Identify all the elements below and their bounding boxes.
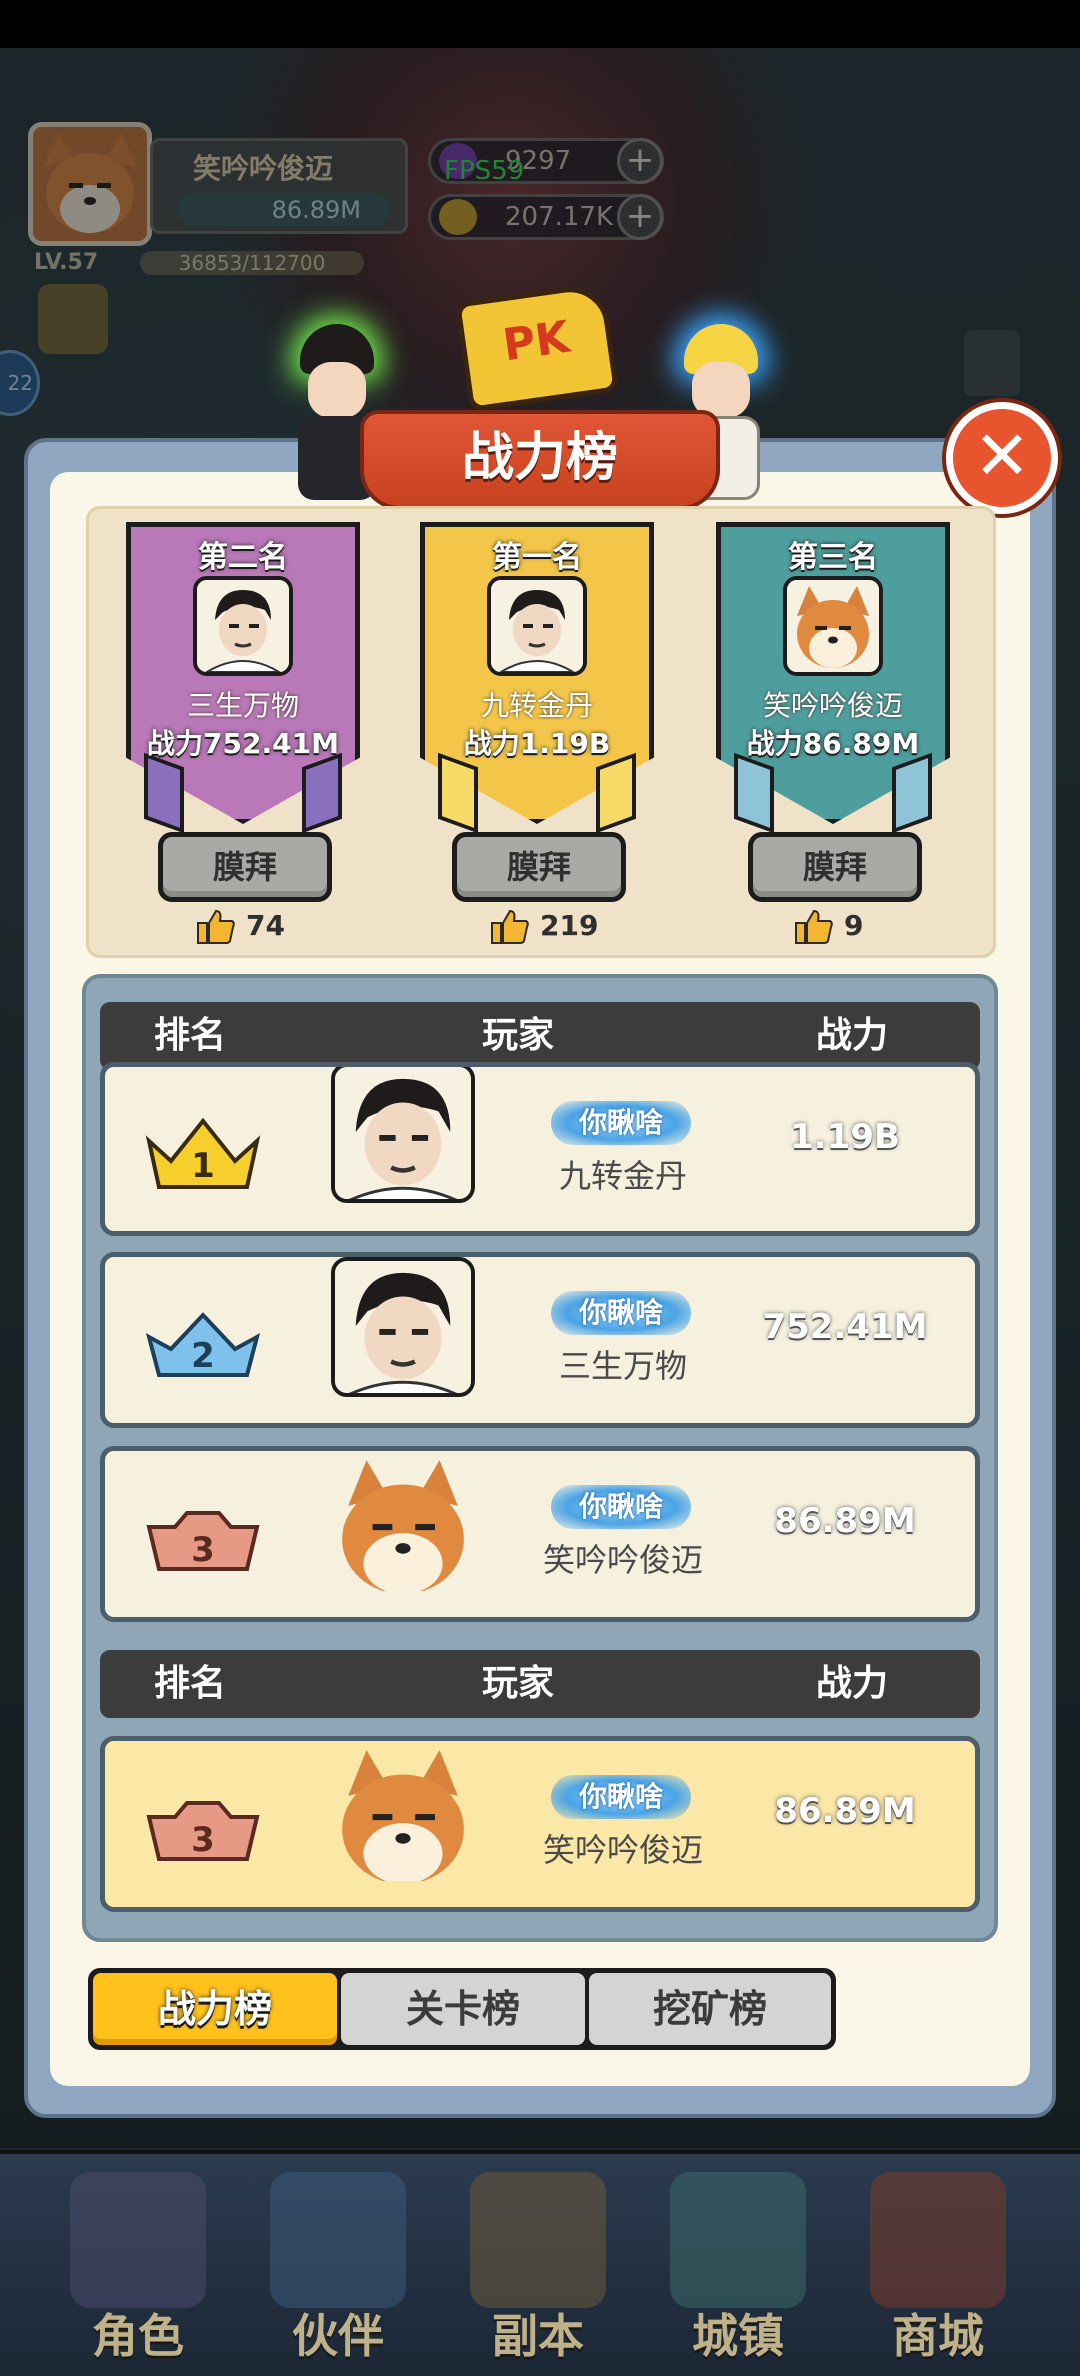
nav-partner[interactable]: 伙伴 bbox=[240, 2160, 436, 2370]
worship-button-third[interactable]: 膜拜 bbox=[748, 832, 922, 902]
town-icon bbox=[670, 2172, 806, 2308]
like-count: 9 bbox=[844, 909, 864, 942]
nav-label: 商城 bbox=[892, 2309, 984, 2363]
shiba-avatar-icon bbox=[342, 1750, 464, 1881]
nav-character[interactable]: 角色 bbox=[40, 2160, 236, 2370]
player-portrait bbox=[331, 1451, 475, 1591]
player-title-badge: 你瞅啥 bbox=[551, 1291, 691, 1335]
bronze-crown-rank-icon: 3 bbox=[146, 1801, 260, 1861]
player-power: 1.19B bbox=[790, 1117, 900, 1157]
player-header: 玩家 bbox=[482, 1663, 555, 1704]
rank-number: 3 bbox=[191, 1820, 215, 1860]
worship-button-first[interactable]: 膜拜 bbox=[452, 832, 626, 902]
shop-icon bbox=[870, 2172, 1006, 2308]
table-row[interactable]: 2 你瞅啥 三生万物 752.41M bbox=[100, 1252, 980, 1428]
close-button[interactable]: ✕ bbox=[946, 402, 1058, 514]
my-rank-header: 排名 玩家 战力 bbox=[100, 1650, 980, 1718]
worship-button-second[interactable]: 膜拜 bbox=[158, 832, 332, 902]
player-header: 玩家 bbox=[482, 1015, 555, 1056]
podium-player-power: 战力752.41M bbox=[147, 727, 339, 760]
player-title-badge: 你瞅啥 bbox=[551, 1775, 691, 1819]
nav-label: 角色 bbox=[92, 2309, 184, 2363]
player-name: 九转金丹 bbox=[558, 1157, 687, 1195]
player-portrait bbox=[331, 1257, 475, 1397]
player-power: 752.41M bbox=[762, 1307, 928, 1347]
player-power: 86.89M bbox=[774, 1501, 916, 1541]
ranking-table-header: 排名 玩家 战力 bbox=[100, 1002, 980, 1070]
status-bar bbox=[0, 0, 1080, 48]
dungeon-icon bbox=[470, 2172, 606, 2308]
partner-icon bbox=[270, 2172, 406, 2308]
like-count-second: 74 bbox=[196, 906, 285, 946]
leaderboard-tabs: 战力榜 关卡榜 挖矿榜 bbox=[88, 1968, 836, 2050]
player-portrait bbox=[331, 1067, 475, 1203]
tab-mining-ranking[interactable]: 挖矿榜 bbox=[589, 1973, 831, 2045]
podium-place: 第二名 bbox=[198, 540, 288, 575]
panel-title: 战力榜 bbox=[360, 410, 720, 510]
rank-header: 排名 bbox=[154, 1663, 227, 1704]
player-power: 86.89M bbox=[774, 1791, 916, 1831]
nav-label: 副本 bbox=[492, 2309, 584, 2363]
podium-banner-third: 第三名 笑吟吟俊迈 战力86.89M bbox=[716, 522, 950, 834]
nav-dungeon[interactable]: 副本 bbox=[440, 2160, 636, 2370]
character-icon bbox=[70, 2172, 206, 2308]
nav-label: 伙伴 bbox=[292, 2309, 384, 2363]
podium-banner-first: 第一名 九转金丹 战力1.19B bbox=[420, 522, 654, 834]
blue-crown-rank-icon: 2 bbox=[145, 1312, 261, 1377]
nav-shop[interactable]: 商城 bbox=[840, 2160, 1036, 2370]
thumbs-up-icon bbox=[197, 909, 235, 944]
podium-banner-second: 第二名 三生万物 战力752.41M bbox=[126, 522, 360, 834]
player-title-badge: 你瞅啥 bbox=[551, 1485, 691, 1529]
podium-place: 第三名 bbox=[788, 540, 878, 575]
my-rank-row[interactable]: 3 你瞅啥 笑吟吟俊迈 86.89M bbox=[100, 1736, 980, 1912]
podium-player-name: 笑吟吟俊迈 bbox=[762, 689, 903, 722]
rank-number: 1 bbox=[191, 1146, 215, 1186]
man-avatar-icon bbox=[335, 1067, 471, 1199]
rank-number: 3 bbox=[191, 1530, 215, 1570]
gold-crown-rank-icon: 1 bbox=[145, 1117, 261, 1189]
man-avatar-icon bbox=[197, 580, 289, 672]
like-count-first: 219 bbox=[490, 906, 598, 946]
player-portrait bbox=[331, 1741, 475, 1881]
podium-avatar bbox=[783, 576, 883, 676]
player-name: 笑吟吟俊迈 bbox=[542, 1541, 703, 1579]
nav-town[interactable]: 城镇 bbox=[640, 2160, 836, 2370]
player-name: 三生万物 bbox=[558, 1347, 687, 1385]
rank-header: 排名 bbox=[154, 1015, 227, 1056]
thumbs-up-icon bbox=[795, 909, 833, 944]
podium-player-name: 九转金丹 bbox=[480, 689, 593, 722]
like-count-third: 9 bbox=[794, 906, 863, 946]
like-count: 219 bbox=[540, 909, 599, 942]
rank-number: 2 bbox=[191, 1336, 215, 1376]
podium-avatar bbox=[193, 576, 293, 676]
power-header: 战力 bbox=[816, 1015, 889, 1056]
player-title-badge: 你瞅啥 bbox=[551, 1101, 691, 1145]
tab-stage-ranking[interactable]: 关卡榜 bbox=[341, 1973, 585, 2045]
podium-player-power: 战力86.89M bbox=[746, 727, 920, 760]
shiba-avatar-icon bbox=[787, 580, 879, 672]
power-header: 战力 bbox=[816, 1663, 889, 1704]
table-row[interactable]: 3 你瞅啥 笑吟吟俊迈 86.89M bbox=[100, 1446, 980, 1622]
podium-player-power: 战力1.19B bbox=[463, 727, 611, 760]
man-avatar-icon bbox=[335, 1261, 471, 1393]
podium-player-name: 三生万物 bbox=[186, 689, 299, 722]
table-row[interactable]: 1 你瞅啥 九转金丹 1.19B bbox=[100, 1062, 980, 1236]
pk-flag-icon: PK bbox=[455, 282, 619, 412]
podium-place: 第一名 bbox=[492, 540, 582, 575]
bronze-crown-rank-icon: 3 bbox=[146, 1511, 260, 1571]
like-count: 74 bbox=[246, 909, 285, 942]
shiba-avatar-icon bbox=[342, 1460, 464, 1591]
podium-avatar bbox=[487, 576, 587, 676]
thumbs-up-icon bbox=[491, 909, 529, 944]
tab-power-ranking[interactable]: 战力榜 bbox=[93, 1973, 337, 2045]
nav-label: 城镇 bbox=[692, 2309, 784, 2363]
man-avatar-icon bbox=[491, 580, 583, 672]
player-name: 笑吟吟俊迈 bbox=[542, 1831, 703, 1869]
